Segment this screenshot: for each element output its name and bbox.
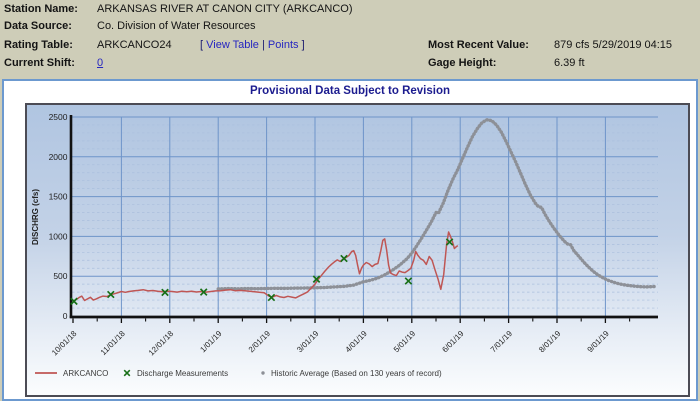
legend-label: Discharge Measurements (137, 369, 228, 378)
legend-label: Historic Average (Based on 130 years of … (271, 369, 442, 378)
chart-title: Provisional Data Subject to Revision (4, 85, 696, 97)
gage-height-value: 6.39 ft (554, 57, 585, 69)
gage-height-label: Gage Height: (428, 57, 496, 69)
x-tick-label: 7/01/19 (489, 329, 515, 355)
rating-table-label: Rating Table: (4, 39, 73, 51)
legend-label: ARKCANCO (63, 369, 108, 378)
y-tick-label: 1500 (49, 192, 68, 202)
discharge-measurement-marker (405, 278, 411, 284)
y-tick-label: 2000 (49, 152, 68, 162)
current-shift-label: Current Shift: (4, 57, 75, 69)
x-tick-label: 6/01/19 (440, 329, 466, 355)
y-axis-title: DISCHRG (cfs) (31, 189, 40, 245)
y-tick-label: 500 (53, 271, 67, 281)
legend-x-sample (124, 370, 130, 376)
discharge-measurement-marker (268, 294, 274, 300)
x-tick-label: 5/01/19 (392, 329, 418, 355)
hydrograph-chart-box: Provisional Data Subject to Revision 0 50… (2, 79, 698, 401)
station-name-value: ARKANSAS RIVER AT CANON CITY (ARKCANCO) (97, 3, 353, 15)
data-source-value: Co. Division of Water Resources (97, 20, 256, 32)
view-table-link[interactable]: View Table (206, 39, 259, 51)
station-name-label: Station Name: (4, 3, 78, 15)
hydrograph-plot: 0 500 1000 1500 2000 2500 10/01/18 11/01/18 12/0… (27, 105, 684, 391)
x-tick-label: 12/01/18 (147, 329, 176, 358)
legend-dot-sample (261, 371, 264, 374)
rating-table-value: ARKCANCO24 (97, 39, 172, 51)
x-tick-label: 2/01/19 (247, 329, 273, 355)
close-bracket: ] (302, 39, 305, 51)
x-tick-label: 11/01/18 (99, 329, 127, 357)
y-tick-label: 2500 (49, 112, 68, 122)
rating-table-links: [ View Table | Points ] (200, 39, 305, 51)
x-tick-label: 4/01/19 (344, 329, 370, 355)
most-recent-value: 879 cfs 5/29/2019 04:15 (554, 39, 672, 51)
x-tick-label: 8/01/19 (537, 329, 563, 355)
link-separator: | (262, 39, 265, 51)
station-page: Station Name: ARKANSAS RIVER AT CANON CI… (0, 0, 700, 401)
x-tick-label: 10/01/18 (50, 329, 79, 358)
x-tick-label: 9/01/19 (586, 329, 612, 355)
discharge-measurement-marker (341, 255, 347, 261)
data-source-label: Data Source: (4, 20, 72, 32)
y-tick-label: 1000 (49, 231, 68, 241)
x-tick-label: 3/01/19 (295, 329, 321, 355)
y-tick-label: 0 (63, 311, 68, 321)
points-link[interactable]: Points (268, 39, 299, 51)
current-shift-link[interactable]: 0 (97, 57, 103, 69)
chart-panel: 0 500 1000 1500 2000 2500 10/01/18 11/01/18 12/0… (25, 103, 690, 397)
most-recent-value-label: Most Recent Value: (428, 39, 529, 51)
x-tick-label: 1/01/19 (198, 329, 224, 355)
open-bracket: [ (200, 39, 203, 51)
